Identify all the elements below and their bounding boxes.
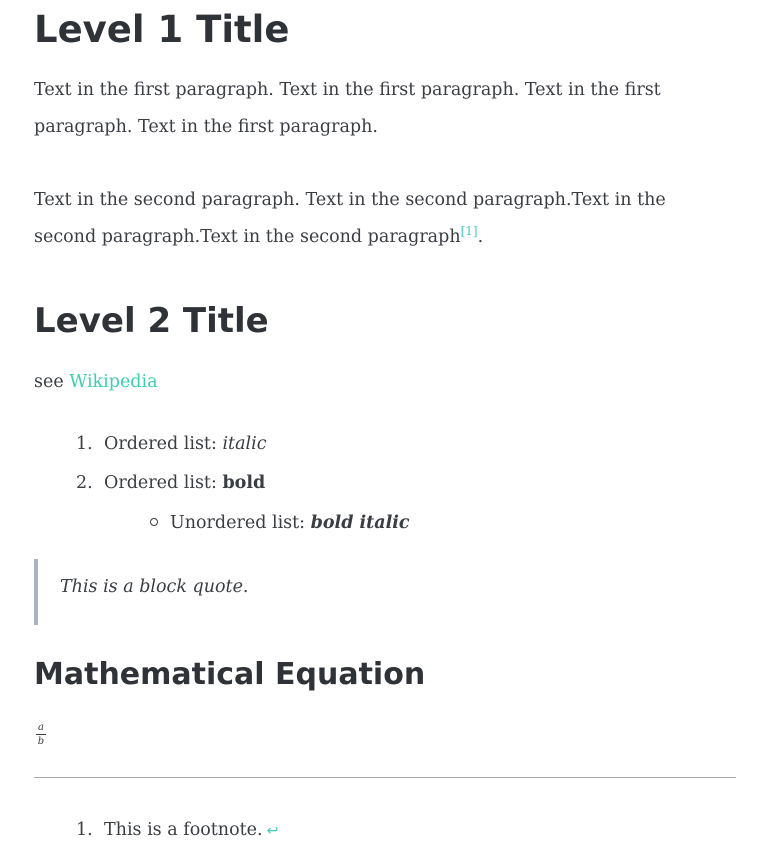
second-paragraph-end: . (477, 227, 484, 247)
see-prefix: see (34, 372, 70, 392)
hollow-bullet-icon (150, 517, 158, 526)
fraction-equation: a b (36, 722, 46, 747)
first-paragraph-text: Text in the first paragraph. Text in the… (34, 80, 661, 137)
wikipedia-link[interactable]: Wikipedia (69, 372, 157, 392)
unordered-list-item: Unordered list: bold italic (150, 509, 410, 537)
footnote-reference-link[interactable]: [1] (461, 224, 478, 238)
footnotes-divider (34, 777, 736, 778)
list-item-label: Ordered list: (104, 434, 223, 454)
level-2-title: Level 2 Title (34, 301, 269, 341)
fraction-bar (36, 734, 46, 735)
bold-italic-text: bold italic (310, 513, 410, 533)
footnote-number: 1. (76, 820, 93, 840)
footnote-item: 1. This is a footnote. ↩ (76, 816, 278, 845)
fraction-numerator: a (38, 722, 44, 733)
fraction-denominator: b (37, 736, 45, 747)
list-number: 2. (76, 473, 93, 493)
ordered-list-item: 2. Ordered list: bold (76, 469, 265, 497)
block-quote: This is a block quote. (34, 559, 634, 625)
italic-text: italic (222, 434, 267, 454)
first-paragraph: Text in the first paragraph. Text in the… (34, 72, 714, 146)
list-number: 1. (76, 434, 93, 454)
footnote-backref-icon[interactable]: ↩ (267, 823, 279, 839)
level-1-title: Level 1 Title (34, 8, 290, 51)
block-quote-text: This is a block quote. (60, 577, 249, 597)
mathematical-equation-title: Mathematical Equation (34, 657, 426, 692)
list-item-label: Ordered list: (104, 473, 223, 493)
second-paragraph: Text in the second paragraph. Text in th… (34, 182, 714, 256)
second-paragraph-text: Text in the second paragraph. Text in th… (34, 190, 666, 247)
bold-text: bold (222, 473, 266, 493)
footnote-text: This is a footnote. (104, 820, 263, 840)
ordered-list-item: 1. Ordered list: italic (76, 430, 267, 458)
see-line: see Wikipedia (34, 364, 714, 401)
list-item-label: Unordered list: (170, 513, 311, 533)
